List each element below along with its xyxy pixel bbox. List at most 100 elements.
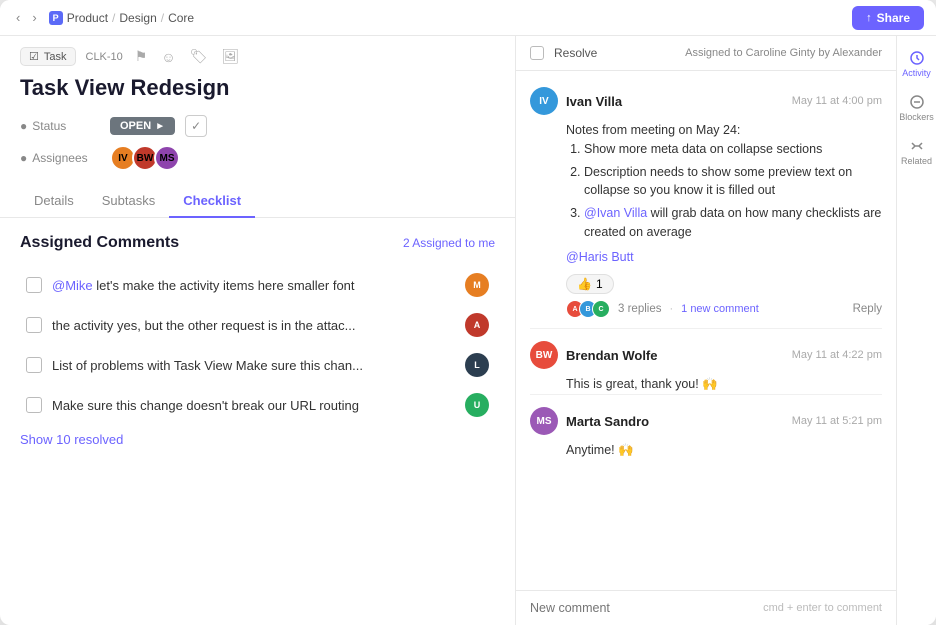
reply-button[interactable]: Reply — [853, 303, 882, 315]
comment-list-item-1: Show more meta data on collapse sections — [584, 140, 882, 159]
dot-separator: · — [669, 303, 673, 315]
reaction-button[interactable]: 👍 1 — [566, 274, 614, 294]
comment-header-brendan: BW Brendan Wolfe May 11 at 4:22 pm — [530, 341, 882, 369]
comments-area: Resolve Assigned to Caroline Ginty by Al… — [516, 36, 896, 625]
blockers-label: Blockers — [899, 112, 934, 122]
tabs: Details Subtasks Checklist — [0, 185, 515, 218]
activity-label: Activity — [902, 68, 931, 78]
comment-list: Show more meta data on collapse sections… — [566, 140, 882, 242]
left-panel: ☑ Task CLK-10 ⚑ ☺ 🏷 🖼 Task View Redesign… — [0, 36, 516, 625]
breadcrumb-icon: P — [49, 11, 63, 25]
task-id: CLK-10 — [86, 51, 123, 63]
task-title: Task View Redesign — [20, 75, 495, 101]
tag-icon[interactable]: 🏷 — [188, 46, 210, 67]
breadcrumb-core[interactable]: Core — [168, 11, 194, 25]
checklist-avatar-2: A — [465, 313, 489, 337]
breadcrumb-design[interactable]: Design — [119, 11, 156, 25]
activity-icon — [909, 50, 925, 66]
status-row: ● Status OPEN ► ✓ — [20, 115, 495, 137]
comments-scroll: IV Ivan Villa May 11 at 4:00 pm Notes fr… — [516, 71, 896, 590]
title-bar: ‹ › P Product / Design / Core ↑ Share — [0, 0, 936, 36]
reply-avatar-3: C — [592, 300, 610, 318]
blockers-icon-btn[interactable]: Blockers — [893, 88, 936, 128]
emoji-icon[interactable]: ☺ — [159, 47, 177, 67]
activity-icon-btn[interactable]: Activity — [896, 44, 936, 84]
mention-ivan: @Ivan Villa — [584, 206, 647, 220]
comment-author-marta: Marta Sandro — [566, 414, 649, 429]
related-icon — [909, 138, 925, 154]
new-comment-bar: cmd + enter to comment — [516, 590, 896, 625]
new-comment-input[interactable] — [530, 601, 755, 615]
checklist-checkbox-1[interactable] — [26, 277, 42, 293]
show-resolved-button[interactable]: Show 10 resolved — [20, 424, 123, 455]
share-label: Share — [877, 11, 910, 25]
checklist-item: Make sure this change doesn't break our … — [20, 386, 495, 424]
checklist-text-3: List of problems with Task View Make sur… — [52, 358, 455, 373]
checklist-avatar-3: L — [465, 353, 489, 377]
breadcrumb-product[interactable]: Product — [67, 11, 108, 25]
comment-marta: MS Marta Sandro May 11 at 5:21 pm Anytim… — [516, 395, 896, 460]
assignee-avatars: IV BW MS — [110, 145, 180, 171]
checklist-checkbox-2[interactable] — [26, 317, 42, 333]
status-check-button[interactable]: ✓ — [185, 115, 207, 137]
tab-subtasks[interactable]: Subtasks — [88, 185, 169, 218]
checklist-content: Assigned Comments 2 Assigned to me @Mike… — [0, 218, 515, 625]
nav-forward[interactable]: › — [28, 8, 40, 27]
comment-header-marta: MS Marta Sandro May 11 at 5:21 pm — [530, 407, 882, 435]
reaction-count: 1 — [596, 277, 603, 291]
assigned-link[interactable]: 2 Assigned to me — [403, 236, 495, 250]
assignees-row: ● Assignees IV BW MS — [20, 145, 495, 171]
tab-checklist[interactable]: Checklist — [169, 185, 255, 218]
avatar-marta: MS — [530, 407, 558, 435]
tab-details[interactable]: Details — [20, 185, 88, 218]
checklist-avatar-1: M — [465, 273, 489, 297]
section-header: Assigned Comments 2 Assigned to me — [20, 234, 495, 252]
nav-back[interactable]: ‹ — [12, 8, 24, 27]
reply-count: 3 replies — [618, 303, 661, 315]
checklist-checkbox-3[interactable] — [26, 357, 42, 373]
status-icon: ● — [20, 119, 27, 133]
comment-body-brendan: This is great, thank you! 🙌 — [566, 375, 882, 394]
status-value: OPEN — [120, 120, 151, 132]
comment-time-marta: May 11 at 5:21 pm — [792, 415, 882, 427]
task-type-icon: ☑ — [29, 50, 39, 63]
nav-arrows: ‹ › — [12, 8, 41, 27]
flag-icon[interactable]: ⚑ — [133, 46, 150, 67]
comment-author-ivan: Ivan Villa — [566, 94, 622, 109]
assignees-icon: ● — [20, 151, 27, 165]
comment-brendan: BW Brendan Wolfe May 11 at 4:22 pm This … — [516, 329, 896, 394]
comment-author-brendan: Brendan Wolfe — [566, 348, 658, 363]
section-title: Assigned Comments — [20, 234, 179, 252]
checklist-avatar-4: U — [465, 393, 489, 417]
checklist-text-2: the activity yes, but the other request … — [52, 318, 455, 333]
status-arrow-icon: ► — [155, 121, 165, 132]
blockers-icon — [909, 94, 925, 110]
comment-time-ivan: May 11 at 4:00 pm — [792, 95, 882, 107]
resolve-checkbox[interactable] — [530, 46, 544, 60]
task-header: ☑ Task CLK-10 ⚑ ☺ 🏷 🖼 Task View Redesign… — [0, 36, 515, 185]
image-icon[interactable]: 🖼 — [219, 46, 241, 67]
right-panel: Resolve Assigned to Caroline Ginty by Al… — [516, 36, 936, 625]
checklist-text-1: @Mike let's make the activity items here… — [52, 278, 455, 293]
task-type-label: Task — [44, 51, 67, 63]
task-type-badge: ☑ Task — [20, 47, 76, 66]
main-content: ☑ Task CLK-10 ⚑ ☺ 🏷 🖼 Task View Redesign… — [0, 36, 936, 625]
avatar-3[interactable]: MS — [154, 145, 180, 171]
avatar-ivan: IV — [530, 87, 558, 115]
mention-mike: @Mike — [52, 278, 93, 293]
checklist-item: List of problems with Task View Make sur… — [20, 346, 495, 384]
related-label: Related — [901, 156, 932, 166]
reply-avatars: A B C — [566, 300, 610, 318]
avatar-brendan: BW — [530, 341, 558, 369]
assignees-label: ● Assignees — [20, 151, 100, 165]
comment-footer-ivan: A B C 3 replies · 1 new comment Reply — [530, 294, 882, 328]
checklist-checkbox-4[interactable] — [26, 397, 42, 413]
related-icon-btn[interactable]: Related — [895, 132, 936, 172]
comment-intro: Notes from meeting on May 24: — [566, 121, 882, 140]
share-button[interactable]: ↑ Share — [852, 6, 924, 30]
new-comment-badge[interactable]: 1 new comment — [681, 303, 759, 315]
checklist-text-4: Make sure this change doesn't break our … — [52, 398, 455, 413]
comment-body-marta: Anytime! 🙌 — [566, 441, 882, 460]
status-label: ● Status — [20, 119, 100, 133]
status-badge[interactable]: OPEN ► — [110, 117, 175, 135]
